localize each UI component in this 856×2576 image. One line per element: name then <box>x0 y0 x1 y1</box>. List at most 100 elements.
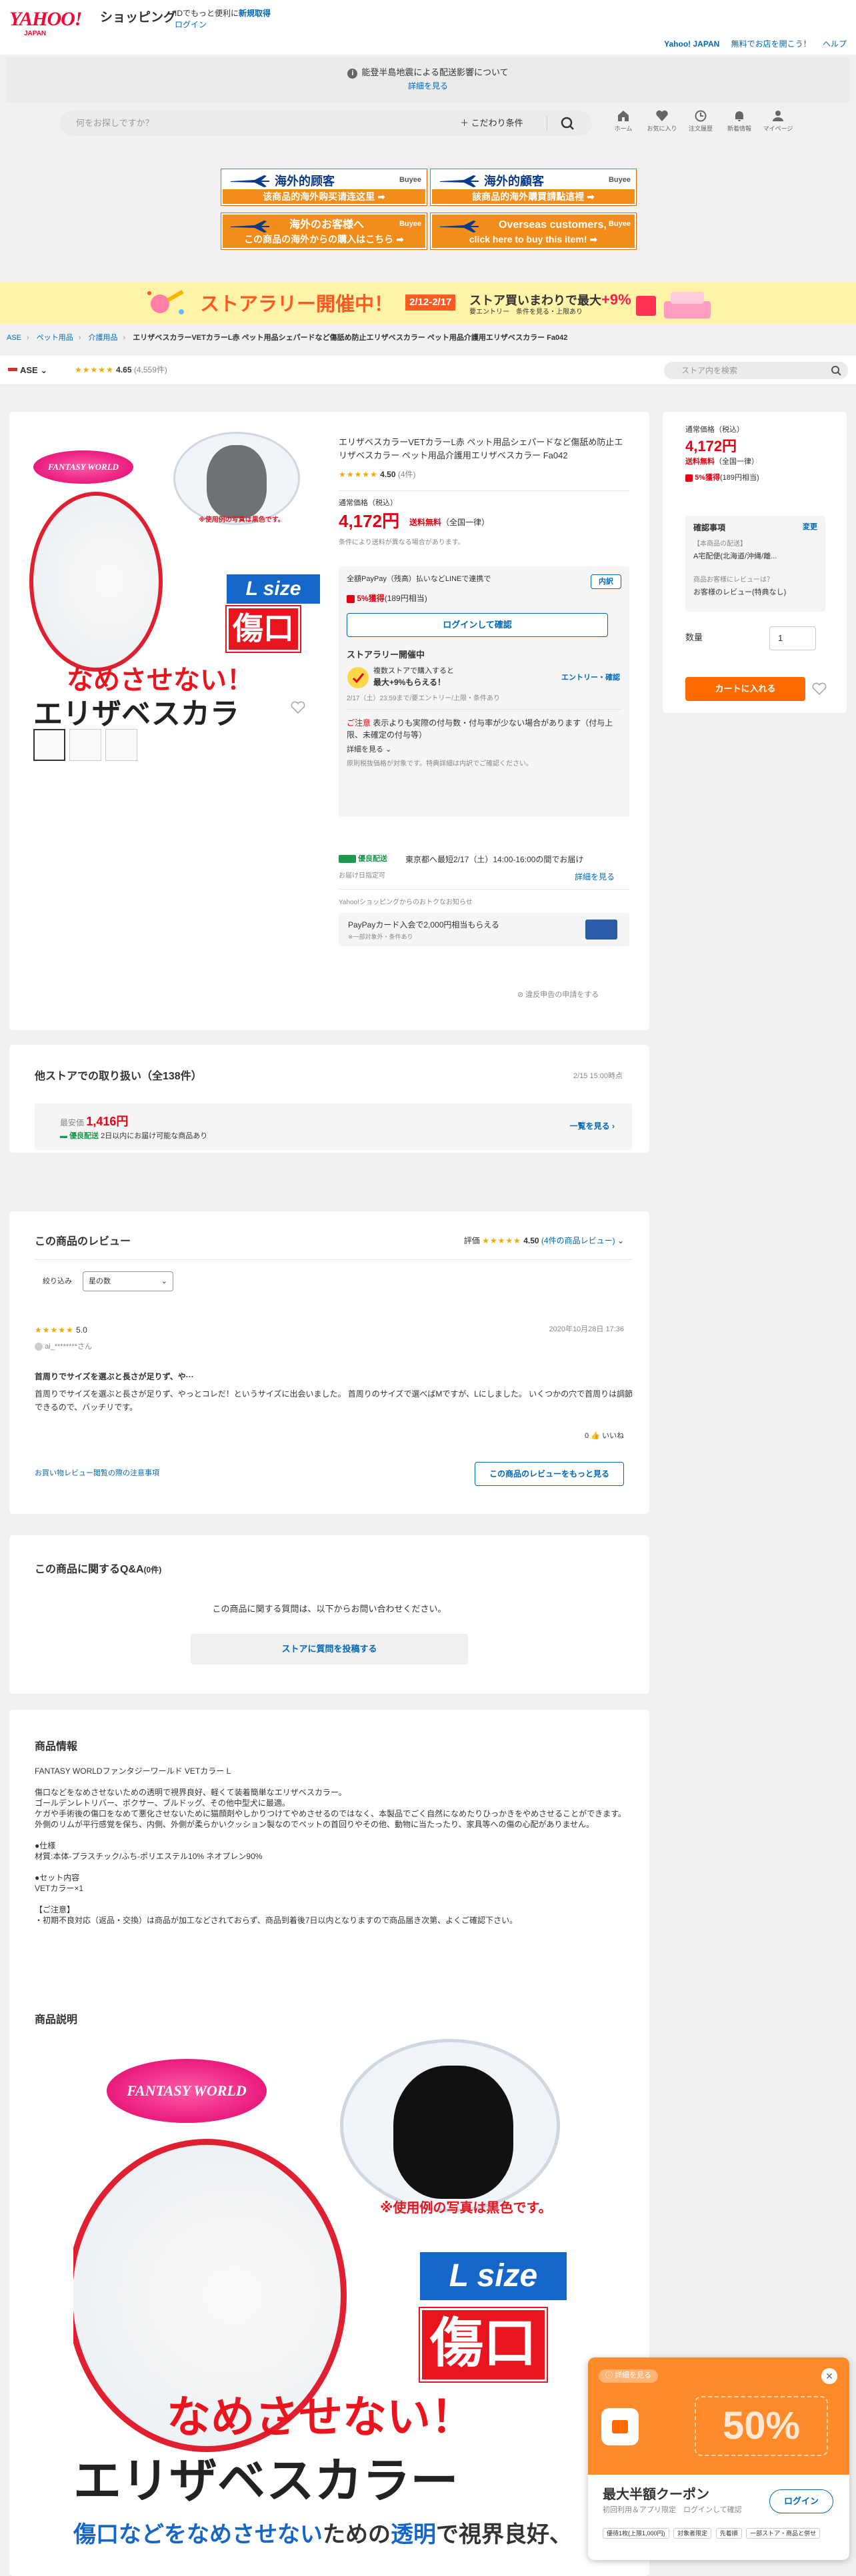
help-link[interactable]: ヘルプ <box>823 39 847 49</box>
store-rating[interactable]: ★★★★★ 4.65 (4,559件) <box>75 364 167 376</box>
coupon-login-button[interactable]: ログイン <box>769 2489 833 2513</box>
nav-home[interactable]: ホーム <box>607 109 640 133</box>
nav-notifications[interactable]: 新着情報 <box>723 109 756 133</box>
rally-line1: 複数ストアで購入すると <box>373 667 454 675</box>
buyee-banner-cn-traditional[interactable]: 海外的顧客 Buyee 該商品的海外購買請點這裡 ➡ <box>431 169 636 205</box>
banner-title: 海外的顧客 <box>484 175 544 188</box>
post-question-button[interactable]: ストアに質問を投稿する <box>191 1634 468 1664</box>
view-list-link[interactable]: 一覧を見る › <box>570 1121 615 1132</box>
divider <box>35 1259 632 1260</box>
caution-label: ご注意 <box>347 718 371 728</box>
thumbnail-3[interactable] <box>105 729 137 761</box>
quantity-input[interactable]: 1 <box>769 626 816 650</box>
close-icon[interactable]: ✕ <box>821 2368 837 2384</box>
points-sub: (189円相当) <box>384 594 427 603</box>
login-confirm-button[interactable]: ログインして確認 <box>347 613 608 637</box>
breadcrumb-store[interactable]: ASE <box>7 334 21 342</box>
buyee-banner-en[interactable]: Overseas customers, Buyee click here to … <box>431 213 636 249</box>
shipping-info: 送料無料（全国一律） <box>409 517 489 528</box>
delivery-text: 東京都へ最短2/17（土）14:00-16:00の間でお届け <box>405 855 584 864</box>
search-icon <box>561 117 574 130</box>
reviews-summary[interactable]: 評価 ★★★★★ 4.50 (4件の商品レビュー) ⌄ <box>464 1235 624 1247</box>
confirm-title: 確認事項 <box>693 523 726 532</box>
paypay-note: 全額PayPay（残高）払いなどLINEで連携で <box>347 575 491 583</box>
store-search-input[interactable]: ストア内を検索 <box>681 365 737 376</box>
nav-mypage-label: マイページ <box>763 125 793 132</box>
desc-bottom-black: ための <box>323 2522 391 2547</box>
delivery-detail-link[interactable]: 詳細を見る <box>575 872 615 883</box>
nav-home-label: ホーム <box>614 125 633 132</box>
store-name[interactable]: ASE ⌄ <box>8 364 47 377</box>
buyee-banner-cn-simplified[interactable]: 海外的顾客 Buyee 该商品的海外购买请连这里 ➡ <box>221 169 427 205</box>
desc-dog-image <box>393 2066 513 2199</box>
qa-card: この商品に関するQ&A(0件) この商品に関する質問は、以下からお問い合わせくだ… <box>9 1535 649 1694</box>
product-image[interactable]: FANTASY WORLD ※使用例の写真は黒色です。 L size 傷口 なめ… <box>27 428 327 728</box>
details-toggle[interactable]: 詳細を見る ⌄ <box>347 745 391 756</box>
other-badge-note: 2日以内にお届け可能な商品あり <box>101 1132 208 1140</box>
logo-text: YAHOO! <box>9 8 82 30</box>
nav-mypage[interactable]: マイページ <box>761 109 795 133</box>
notice-link[interactable]: 詳細を見る <box>7 81 849 92</box>
airplane-icon <box>231 221 269 233</box>
service-name[interactable]: ショッピング <box>100 9 176 27</box>
yahoo-logo[interactable]: YAHOO! JAPAN <box>9 8 100 38</box>
review-date: 2020年10月28日 17:36 <box>549 1325 624 1333</box>
rally-entry-link[interactable]: エントリー・確認 <box>561 673 620 684</box>
heart-icon[interactable] <box>291 701 305 714</box>
rally-box-title: ストアラリー開催中 <box>347 650 425 660</box>
store-bar: ASE ⌄ ★★★★★ 4.65 (4,559件) ストア内を検索 <box>0 354 856 385</box>
offer-text: PayPayカード入会で2,000円相当もらえる <box>348 920 500 930</box>
buyee-banner-jp[interactable]: 海外のお客様へ Buyee この商品の海外からの購入はこちら ➡ <box>221 213 427 249</box>
review-notes-link[interactable]: お買い物レビュー閲覧の際の注意事項 <box>35 1469 159 1479</box>
breadcrumb-care[interactable]: 介護用品 <box>88 334 117 342</box>
yahoo-japan-link[interactable]: Yahoo! JAPAN <box>664 39 719 49</box>
filter-label: 絞り込み <box>43 1277 72 1285</box>
signup-link[interactable]: 新規取得 <box>239 9 271 18</box>
divider <box>339 889 629 890</box>
store-search[interactable]: ストア内を検索 <box>664 362 848 379</box>
other-stores-box[interactable]: 最安価 1,416円 ▬ 優良配送 2日以内にお届け可能な商品あり 一覧を見る … <box>35 1103 632 1150</box>
shipping-free: 送料無料 <box>409 518 442 527</box>
desc-bottom-blue2: 透明 <box>391 2522 436 2547</box>
breakdown-button[interactable]: 内訳 <box>591 574 621 589</box>
more-reviews-button[interactable]: この商品のレビューをもっと見る <box>475 1462 624 1486</box>
search-input[interactable]: 何をお探しですか？ <box>76 117 154 130</box>
breadcrumb-pet[interactable]: ペット用品 <box>37 334 73 342</box>
paypay-card-offer[interactable]: PayPayカード入会で2,000円相当もらえる ※一部対象外・条件あり <box>339 913 629 946</box>
search-icon[interactable] <box>831 365 841 376</box>
like-count: 0 <box>585 1432 589 1440</box>
search-button[interactable] <box>557 115 577 131</box>
shipping-note: （全国一律） <box>441 518 490 527</box>
thumbnail-2[interactable] <box>69 729 101 761</box>
coupon-popup[interactable]: ⓘ 詳細を見る ✕ 50% 最大半額クーポン 初回利用＆アプリ限定 ログインして… <box>588 2357 849 2560</box>
coupon-detail-badge[interactable]: ⓘ 詳細を見る <box>599 2369 659 2383</box>
login-link[interactable]: ログイン <box>175 19 207 31</box>
conditions-button[interactable]: ＋ こだわり条件 <box>460 117 523 130</box>
product-desc-title: 商品説明 <box>35 2014 78 2026</box>
product-info-line: 材質:本体-プラスチック/ふち-ポリエステル10% ネオプレン90% <box>35 1852 263 1861</box>
report-link[interactable]: ⊘ 違反申告の申請をする <box>517 990 599 1001</box>
like-button[interactable]: 0 👍 いいね <box>585 1431 624 1442</box>
change-link[interactable]: 変更 <box>803 522 817 533</box>
filter-select[interactable]: 星の数 ⌄ <box>83 1271 173 1291</box>
nav-favorites[interactable]: お気に入り <box>645 109 679 133</box>
bell-icon <box>735 111 743 121</box>
other-stores-card: 他ストアでの取り扱い（全138件） 2/15 15:00時点 最安価 1,416… <box>9 1045 649 1153</box>
banner-sub: 该商品的海外购买请连这里 ➡ <box>263 191 385 202</box>
id-promo-text: IDでもっと便利に <box>175 9 239 18</box>
heart-icon[interactable] <box>812 682 827 696</box>
other-stores-time: 2/15 15:00時点 <box>573 1072 623 1080</box>
thumbnail-1[interactable] <box>33 729 65 761</box>
reviews-count-link[interactable]: (4件の商品レビュー) <box>541 1236 615 1245</box>
report-label: 違反申告の申請をする <box>525 991 599 999</box>
nav-notifications-label: 新着情報 <box>727 125 751 132</box>
review-user: ai_********さん <box>35 1342 92 1353</box>
open-store-link[interactable]: 無料でお店を開こう！ <box>731 39 811 49</box>
collar-cone-image <box>173 432 300 525</box>
store-rally-banner[interactable]: ストアラリー開催中！ 2/12-2/17 ストア買いまわりで最大+9% 要エント… <box>0 283 856 324</box>
nav-history[interactable]: 注文履歴 <box>684 109 717 133</box>
credit-card-icon <box>585 920 617 940</box>
breadcrumb: ASE › ペット用品 › 介護用品 › エリザベスカラーVETカラーL赤 ペット用品… <box>7 334 568 342</box>
add-to-cart-button[interactable]: カートに入れる <box>685 677 805 701</box>
product-rating[interactable]: ★★★★★ 4.50 (4件) <box>339 469 416 480</box>
